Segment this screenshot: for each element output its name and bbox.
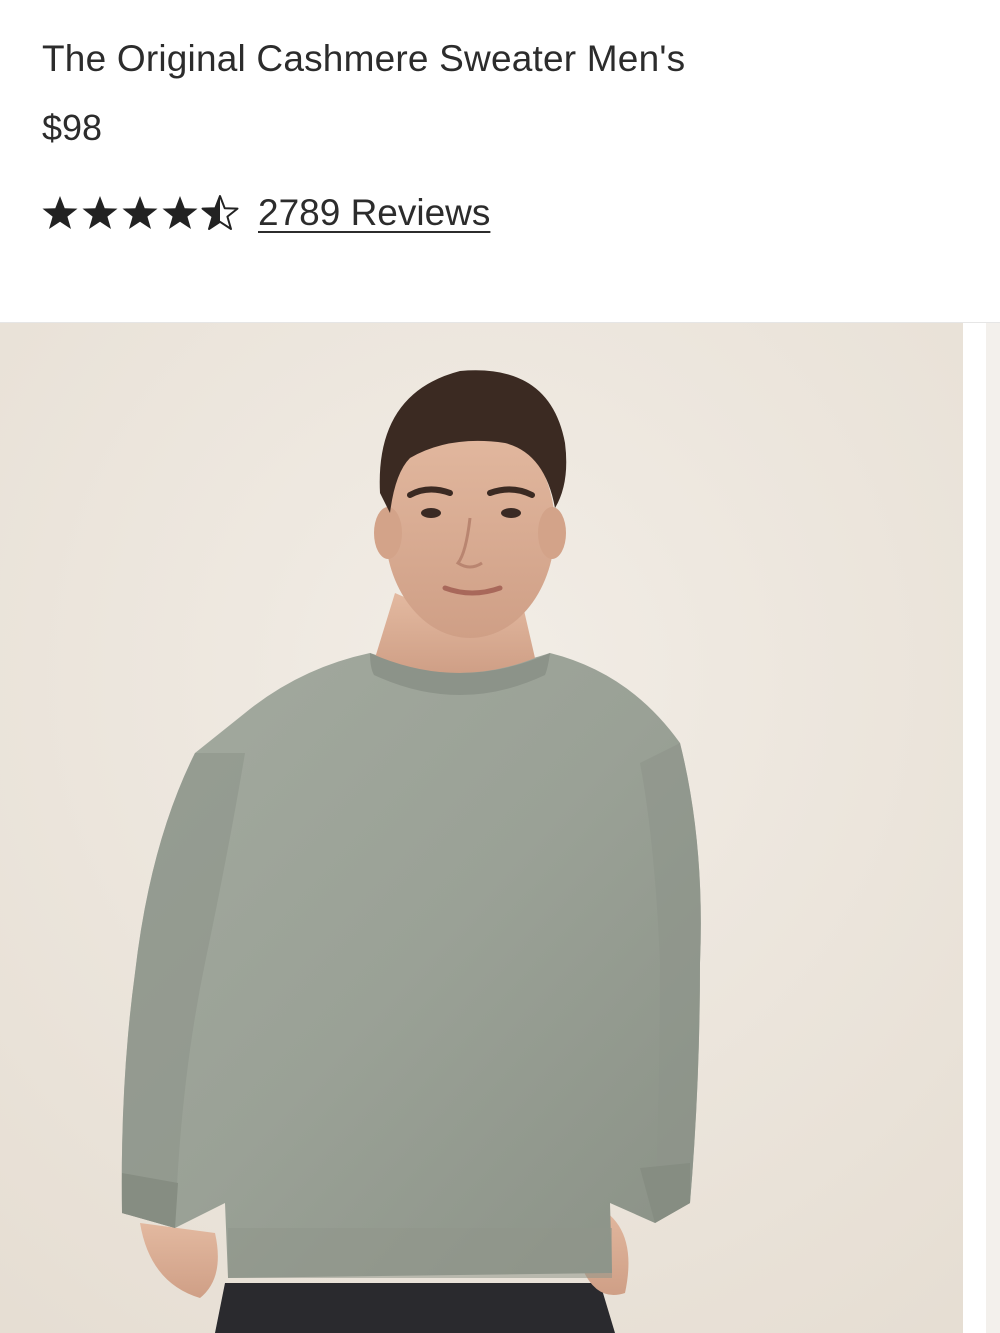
product-title: The Original Cashmere Sweater Men's — [42, 38, 686, 79]
star-full-icon — [42, 196, 78, 229]
star-half-icon — [201, 195, 239, 230]
next-product-image-peek[interactable] — [986, 323, 1000, 1333]
product-rating: 2789 Reviews — [40, 190, 490, 236]
product-image-carousel[interactable] — [0, 323, 1000, 1333]
product-image[interactable] — [0, 323, 963, 1333]
star-full-icon — [82, 196, 118, 229]
star-full-icon — [122, 196, 158, 229]
product-photo-model-in-sage-sweater-icon — [0, 323, 963, 1333]
star-full-icon — [162, 196, 198, 229]
product-header: The Original Cashmere Sweater Men's $98 — [0, 0, 1000, 323]
star-rating — [40, 193, 240, 233]
carousel-gap — [963, 323, 986, 1333]
product-price: $98 — [42, 107, 103, 148]
reviews-link[interactable]: 2789 Reviews — [258, 191, 490, 235]
